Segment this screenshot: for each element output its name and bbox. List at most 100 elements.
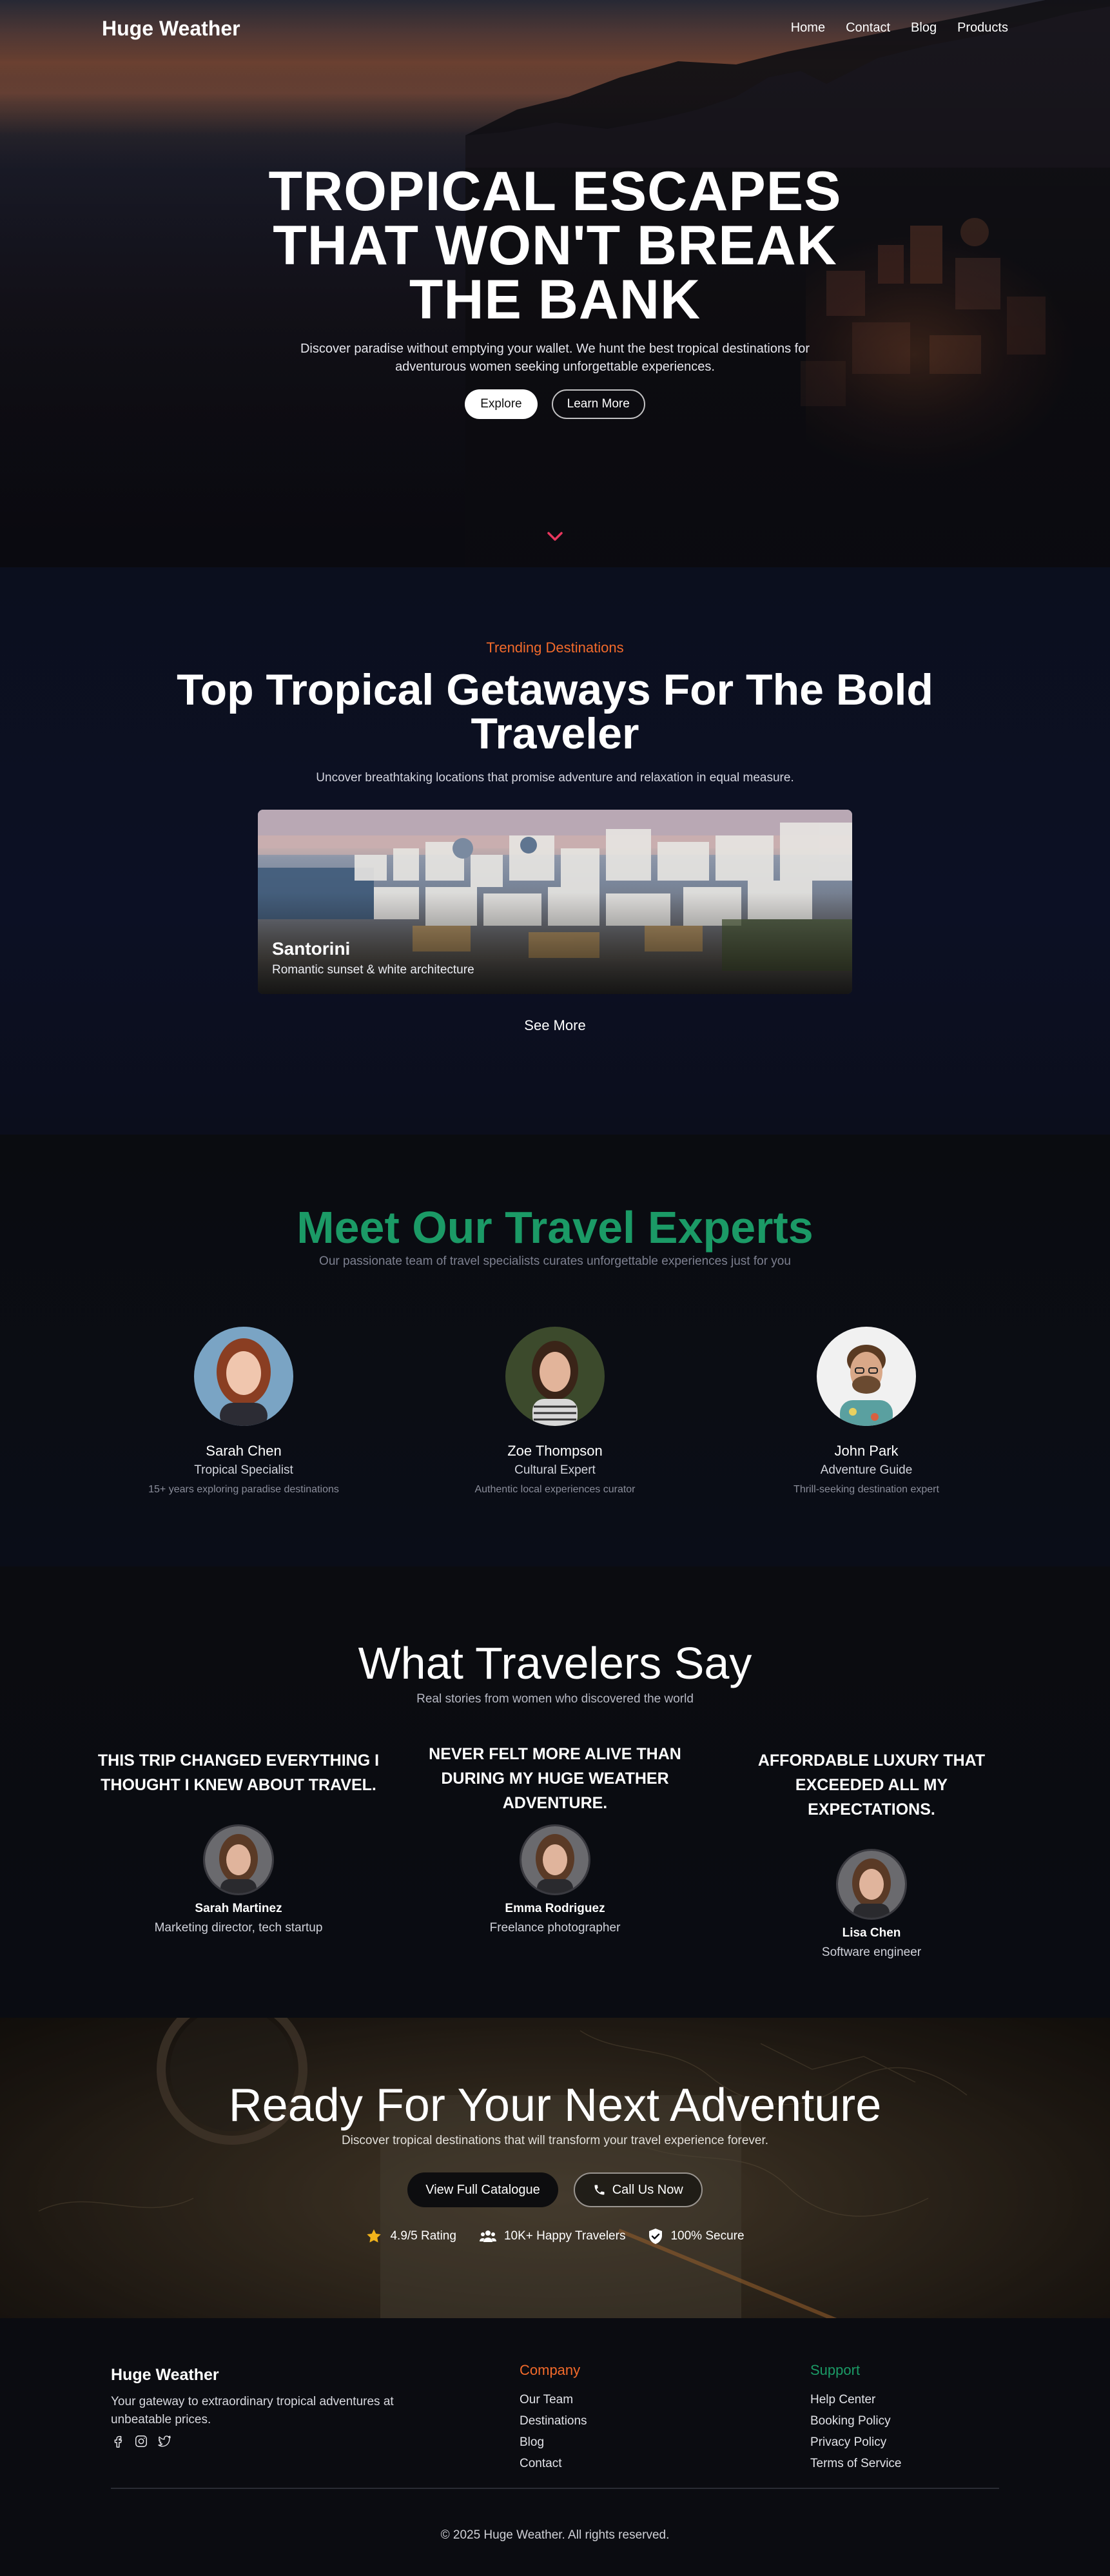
expert-card: Zoe Thompson Cultural Expert Authentic l… (426, 1327, 684, 1496)
call-us-label: Call Us Now (612, 2183, 683, 2197)
cta-overlay (0, 2018, 1110, 2318)
site-footer: Huge Weather Your gateway to extraordina… (0, 2318, 1110, 2576)
hero-subtitle: Discover paradise without emptying your … (300, 342, 810, 374)
section-subtitle: Our passionate team of travel specialist… (319, 1254, 791, 1268)
call-us-button[interactable]: Call Us Now (573, 2172, 703, 2207)
testimonial-quote: Never felt more alive than during my Hug… (429, 1745, 681, 1812)
section-eyebrow: Trending Destinations (486, 639, 624, 656)
stat-label: 10K+ Happy Travelers (503, 2229, 626, 2243)
top-navigation: Huge Weather Home Contact Blog Products (0, 0, 1110, 57)
testimonial-card: This trip changed everything I thought I… (97, 1748, 380, 1935)
testimonial-quote: Affordable luxury that exceeded all my e… (757, 1751, 986, 1819)
expert-role: Tropical Specialist (194, 1463, 293, 1477)
cta-section: Ready For Your Next Adventure Discover t… (0, 2018, 1110, 2318)
nav-link-blog[interactable]: Blog (911, 21, 937, 35)
twitter-icon[interactable] (157, 2434, 171, 2448)
nav-links: Home Contact Blog Products (791, 21, 1008, 35)
footer-link-blog[interactable]: Blog (520, 2435, 587, 2450)
footer-heading: Support (810, 2362, 861, 2378)
avatar (194, 1327, 293, 1426)
footer-link-booking-policy[interactable]: Booking Policy (810, 2414, 901, 2428)
hero-title: TROPICAL ESCAPES THAT WON'T BREAK THE BA… (0, 164, 1110, 327)
stat-label: 4.9/5 Rating (390, 2229, 456, 2243)
cta-buttons: View Full Catalogue Call Us Now (0, 2172, 1110, 2207)
testimonial-name: Lisa Chen (842, 1926, 901, 1940)
explore-button[interactable]: Explore (465, 389, 538, 419)
footer-divider (111, 2488, 999, 2489)
expert-bio: Thrill-seeking destination expert (794, 1484, 939, 1495)
secure-stat: 100% Secure (648, 2228, 745, 2245)
testimonial-name: Sarah Martinez (195, 1902, 282, 1915)
nav-link-products[interactable]: Products (957, 21, 1008, 35)
footer-tagline: Your gateway to extraordinary tropical a… (111, 2395, 394, 2426)
star-icon (367, 2229, 382, 2243)
nav-link-contact[interactable]: Contact (846, 21, 890, 35)
trending-section: Trending Destinations Top Tropical Getaw… (0, 567, 1110, 1135)
avatar (817, 1327, 916, 1426)
testimonial-card: Affordable luxury that exceeded all my e… (730, 1748, 1013, 1960)
destination-description: Romantic sunset & white architecture (272, 963, 474, 977)
testimonial-role: Marketing director, tech startup (154, 1921, 323, 1935)
footer-link-contact[interactable]: Contact (520, 2457, 587, 2471)
avatar (520, 1824, 590, 1895)
expert-card: Sarah Chen Tropical Specialist 15+ years… (115, 1327, 373, 1496)
section-title: Top Tropical Getaways For The Bold Trave… (177, 665, 933, 758)
experts-section: Meet Our Travel Experts Our passionate t… (0, 1135, 1110, 1566)
expert-bio: 15+ years exploring paradise destination… (148, 1484, 339, 1495)
section-title: Ready For Your Next Adventure (228, 2080, 882, 2131)
instagram-icon[interactable] (134, 2434, 148, 2448)
expert-role: Adventure Guide (820, 1463, 913, 1477)
facebook-icon[interactable] (111, 2434, 125, 2448)
avatar (203, 1824, 274, 1895)
copyright: © 2025 Huge Weather. All rights reserved… (440, 2528, 670, 2542)
footer-link-terms[interactable]: Terms of Service (810, 2457, 901, 2471)
section-title: Meet Our Travel Experts (297, 1202, 813, 1253)
nav-link-home[interactable]: Home (791, 21, 825, 35)
testimonial-role: Software engineer (821, 1946, 922, 1959)
footer-column-company: Company Our Team Destinations Blog Conta… (520, 2362, 587, 2478)
travelers-stat: 10K+ Happy Travelers (479, 2228, 626, 2245)
avatar (836, 1849, 907, 1920)
testimonial-card: Never felt more alive than during my Hug… (413, 1742, 697, 1935)
avatar (505, 1327, 605, 1426)
hero-title-line: TROPICAL ESCAPES (268, 161, 842, 222)
destination-name: Santorini (272, 939, 351, 959)
view-catalogue-button[interactable]: View Full Catalogue (407, 2172, 558, 2207)
learn-more-button[interactable]: Learn More (551, 389, 645, 419)
testimonial-name: Emma Rodriguez (505, 1902, 605, 1915)
hero-title-line: THE BANK (409, 269, 701, 331)
see-more-link[interactable]: See More (0, 1017, 1110, 1034)
brand-logo[interactable]: Huge Weather (102, 17, 240, 41)
section-subtitle: Real stories from women who discovered t… (416, 1692, 694, 1706)
hero-buttons: Explore Learn More (0, 389, 1110, 419)
social-links (111, 2434, 171, 2448)
users-icon (479, 2230, 496, 2242)
section-subtitle: Uncover breathtaking locations that prom… (316, 771, 794, 785)
destination-card[interactable]: Santorini Romantic sunset & white archit… (258, 810, 852, 994)
stat-label: 100% Secure (670, 2229, 745, 2243)
section-subtitle: Discover tropical destinations that will… (341, 2134, 769, 2147)
shield-check-icon (649, 2229, 663, 2244)
section-title: What Travelers Say (358, 1638, 752, 1688)
footer-link-destinations[interactable]: Destinations (520, 2414, 587, 2428)
trust-stats: 4.9/5 Rating 10K+ Happy Travelers 100% S… (0, 2228, 1110, 2245)
hero-title-line: THAT WON'T BREAK (273, 215, 837, 277)
rating-stat: 4.9/5 Rating (365, 2228, 456, 2245)
phone-icon (594, 2185, 605, 2195)
testimonial-role: Freelance photographer (489, 1921, 621, 1935)
footer-link-privacy-policy[interactable]: Privacy Policy (810, 2435, 901, 2450)
testimonial-quote: This trip changed everything I thought I… (97, 1751, 380, 1794)
testimonials-section: What Travelers Say Real stories from wom… (0, 1566, 1110, 2018)
expert-role: Cultural Expert (514, 1463, 596, 1477)
expert-name: Zoe Thompson (507, 1443, 603, 1459)
footer-link-help-center[interactable]: Help Center (810, 2393, 901, 2407)
footer-heading: Company (520, 2362, 581, 2378)
hero-section: Huge Weather Home Contact Blog Products … (0, 0, 1110, 567)
expert-card: John Park Adventure Guide Thrill-seeking… (737, 1327, 995, 1496)
chevron-down-icon[interactable] (545, 529, 565, 544)
footer-brand[interactable]: Huge Weather (111, 2366, 219, 2385)
expert-name: Sarah Chen (206, 1443, 282, 1459)
footer-column-support: Support Help Center Booking Policy Priva… (810, 2362, 901, 2478)
footer-link-our-team[interactable]: Our Team (520, 2393, 587, 2407)
expert-name: John Park (834, 1443, 899, 1459)
